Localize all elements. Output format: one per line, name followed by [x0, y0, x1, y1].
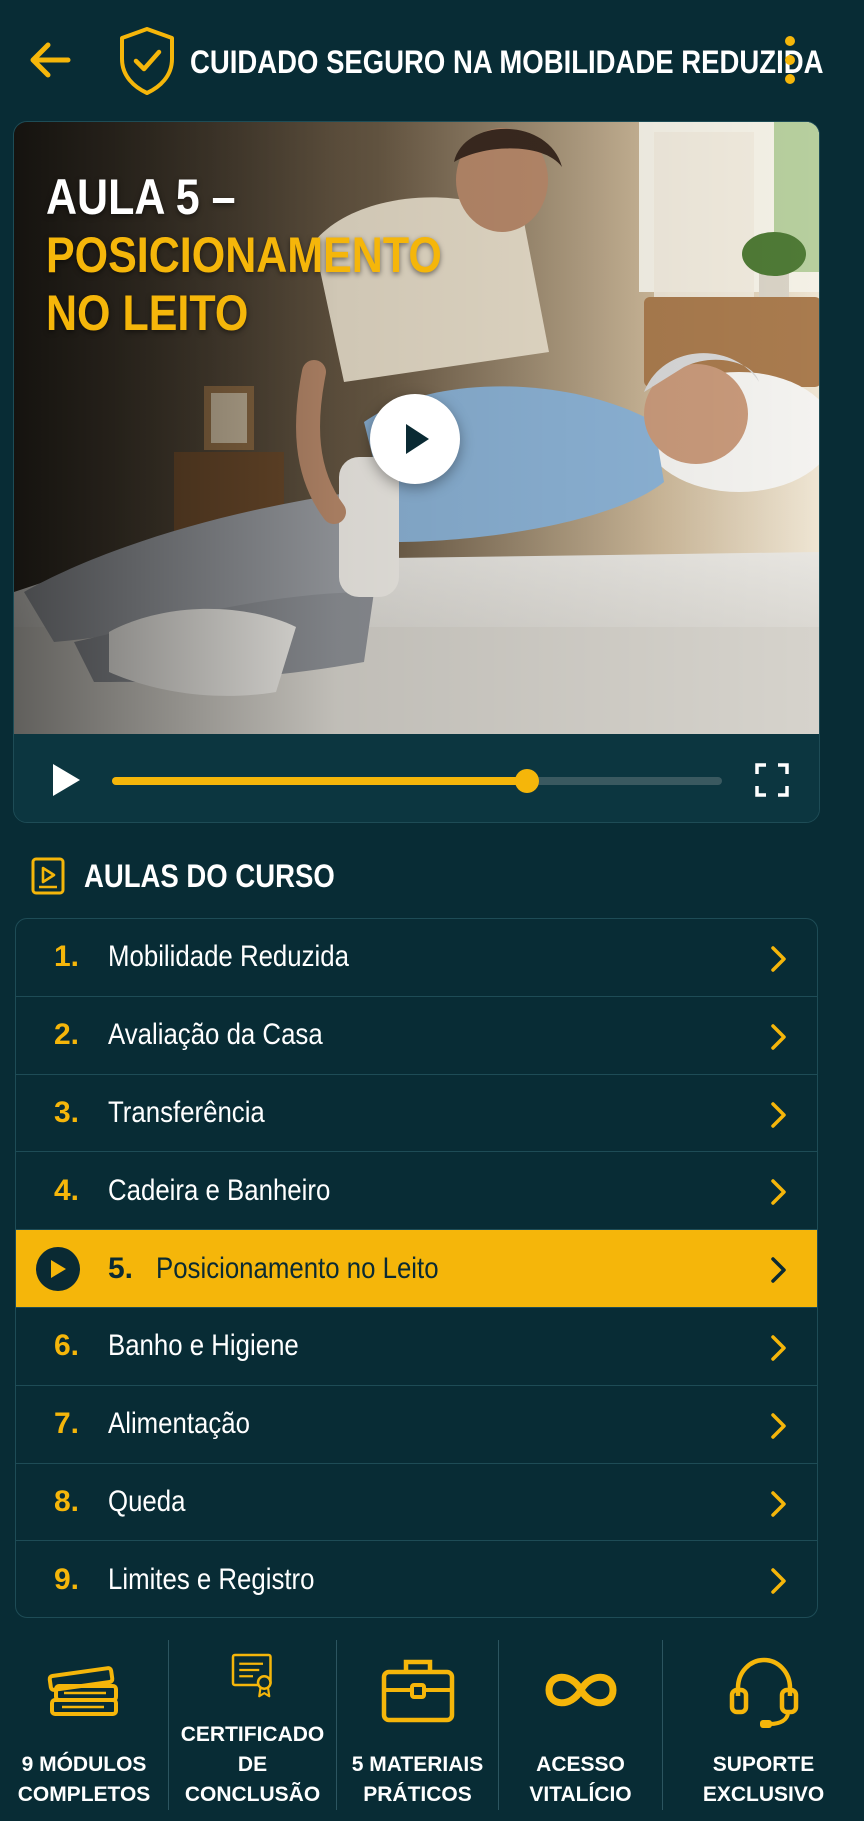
feature-books: 9 MÓDULOS COMPLETOS — [0, 1640, 168, 1810]
more-vertical-icon — [785, 36, 795, 46]
lesson-title: Queda — [108, 1484, 186, 1518]
headset-icon — [729, 1657, 798, 1728]
feature-label: ACESSO VITALÍCIO — [529, 1753, 632, 1806]
briefcase-icon — [381, 1659, 454, 1723]
lesson-item-5[interactable]: 5. Posicionamento no Leito — [16, 1230, 817, 1308]
arrow-left-icon — [30, 42, 71, 78]
fullscreen-icon[interactable] — [754, 762, 790, 798]
chevron-right-icon — [771, 1413, 786, 1439]
shield-check-icon — [120, 27, 174, 95]
feature-infinity: ACESSO VITALÍCIO — [498, 1640, 662, 1810]
feature-headset: SUPORTE EXCLUSIVO — [662, 1640, 864, 1810]
lesson-title: Avaliação da Casa — [108, 1018, 323, 1052]
lesson-number: 8. — [54, 1484, 80, 1518]
back-button[interactable] — [22, 32, 78, 88]
chevron-right-icon — [771, 1179, 786, 1206]
play-circle-icon — [36, 1247, 80, 1292]
video-controls — [14, 734, 819, 822]
lesson-item-2[interactable]: 2. Avaliação da Casa — [16, 997, 817, 1075]
video-progress-handle[interactable] — [514, 769, 539, 793]
lesson-number: 2. — [54, 1018, 80, 1052]
lesson-title: Limites e Registro — [108, 1563, 315, 1597]
lesson-title: Cadeira e Banheiro — [108, 1173, 331, 1207]
chevron-right-icon — [771, 1568, 786, 1595]
feature-label: SUPORTE EXCLUSIVO — [702, 1753, 825, 1806]
books-icon — [47, 1666, 118, 1716]
lesson-title: Mobilidade Reduzida — [108, 940, 349, 974]
lesson-title: Alimentação — [108, 1407, 250, 1441]
lesson-video-title: AULA 5 – POSICIONAMENTO NO LEITO — [46, 169, 442, 341]
video-player: AULA 5 – POSICIONAMENTO NO LEITO — [13, 121, 820, 823]
feature-certificate: CERTIFICADO DE CONCLUSÃO — [168, 1640, 336, 1810]
more-options-button[interactable] — [772, 30, 808, 90]
lesson-number: 7. — [54, 1407, 80, 1441]
lesson-list: 1. Mobilidade Reduzida 2. Avaliação da Casa… — [15, 918, 818, 1618]
feature-label: CERTIFICADO DE CONCLUSÃO — [180, 1723, 325, 1806]
chevron-right-icon — [771, 946, 786, 972]
chevron-right-icon — [771, 1257, 786, 1283]
chevron-right-icon — [771, 1490, 786, 1517]
app-title: CUIDADO SEGURO NA MOBILIDADE REDUZIDA — [190, 44, 824, 80]
chevron-right-icon — [771, 1335, 786, 1361]
lesson-number: 1. — [54, 940, 80, 974]
lesson-item-4[interactable]: 4. Cadeira e Banheiro — [16, 1152, 817, 1231]
chevron-right-icon — [771, 1024, 786, 1050]
lesson-item-1[interactable]: 1. Mobilidade Reduzida — [16, 919, 817, 997]
feature-label: 9 MÓDULOS COMPLETOS — [17, 1753, 151, 1806]
lesson-number: 5. — [108, 1251, 134, 1285]
lesson-number: 3. — [54, 1095, 80, 1129]
lessons-section-heading: AULAS DO CURSO — [30, 854, 376, 898]
lesson-number: 6. — [54, 1329, 80, 1363]
lesson-item-3[interactable]: 3. Transferência — [16, 1075, 817, 1153]
feature-briefcase: 5 MATERIAIS PRÁTICOS — [336, 1640, 498, 1810]
lesson-title: Transferência — [108, 1095, 265, 1129]
course-features-bar: 9 MÓDULOS COMPLETOS CERTIFICADO DE CONCLUSÃ… — [0, 1640, 864, 1810]
lesson-title: Banho e Higiene — [108, 1329, 299, 1363]
lesson-item-7[interactable]: 7. Alimentação — [16, 1386, 817, 1464]
infinity-icon — [544, 1673, 617, 1707]
video-lesson-icon — [31, 857, 65, 895]
play-icon[interactable] — [48, 760, 84, 800]
feature-label: 5 MATERIAIS PRÁTICOS — [351, 1753, 484, 1806]
lesson-item-9[interactable]: 9. Limites e Registro — [16, 1541, 817, 1617]
lesson-number: 9. — [54, 1563, 80, 1597]
app-header: CUIDADO SEGURO NA MOBILIDADE REDUZIDA — [0, 0, 864, 120]
lesson-item-8[interactable]: 8. Queda — [16, 1464, 817, 1542]
video-progress-fill — [112, 777, 527, 785]
lesson-item-6[interactable]: 6. Banho e Higiene — [16, 1308, 817, 1386]
video-progress-bar[interactable] — [112, 769, 722, 793]
lesson-number: 4. — [54, 1173, 80, 1207]
lesson-title: Posicionamento no Leito — [156, 1251, 439, 1285]
video-frame[interactable]: AULA 5 – POSICIONAMENTO NO LEITO — [14, 122, 819, 734]
video-play-overlay-button[interactable] — [370, 394, 460, 484]
play-icon — [406, 424, 429, 454]
chevron-right-icon — [771, 1101, 786, 1128]
certificate-icon — [231, 1653, 272, 1698]
